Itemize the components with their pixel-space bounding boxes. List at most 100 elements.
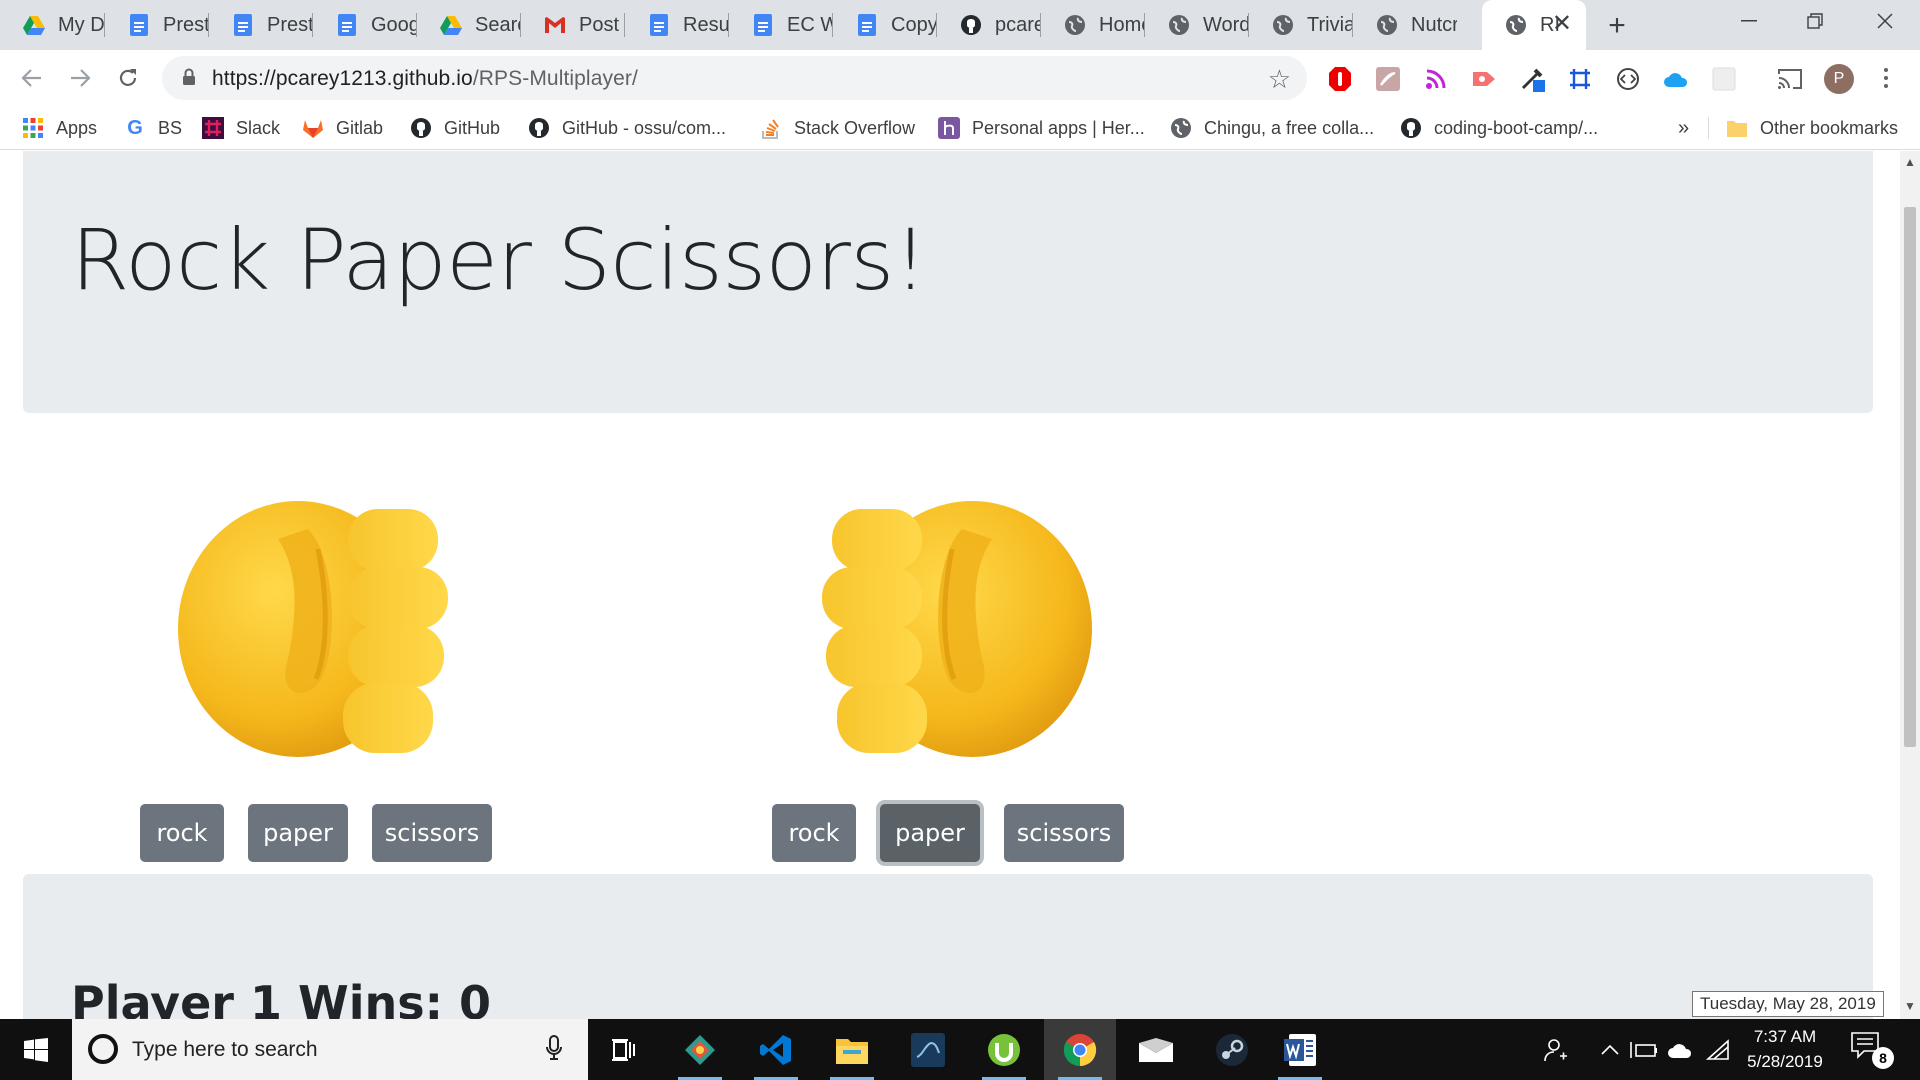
taskbar-search-box[interactable]: Type here to search xyxy=(72,1019,588,1080)
reload-icon xyxy=(119,69,137,86)
tab-resume[interactable]: Resun xyxy=(625,0,729,50)
restore-button[interactable] xyxy=(1782,0,1848,42)
microphone-icon[interactable] xyxy=(546,1035,562,1066)
player1-rock-button[interactable]: rock xyxy=(140,804,224,862)
system-clock[interactable]: 7:37 AM 5/28/2019 xyxy=(1730,1024,1840,1074)
scroll-up-arrow-icon[interactable]: ▲ xyxy=(1904,155,1916,169)
jumbotron: Rock Paper Scissors! xyxy=(23,151,1873,413)
tab-label: Resun xyxy=(683,13,729,36)
task-view-button[interactable] xyxy=(588,1019,660,1080)
bookmark-label: GitHub - ossu/com... xyxy=(562,117,727,138)
close-window-button[interactable] xyxy=(1852,0,1918,42)
screencast-icon[interactable] xyxy=(1471,66,1497,92)
code-icon[interactable] xyxy=(1615,66,1641,92)
player2-rock-fist-emoji xyxy=(822,501,1092,757)
player1-paper-button[interactable]: paper xyxy=(248,804,348,862)
bookmark-apps[interactable]: Apps xyxy=(22,114,97,142)
bookmark-label: Other bookmarks xyxy=(1760,117,1899,138)
minimize-button[interactable] xyxy=(1716,0,1782,42)
tab-post[interactable]: Post C xyxy=(521,0,625,50)
cast-icon[interactable] xyxy=(1777,66,1803,92)
tab-label: EC W xyxy=(787,13,833,36)
taskbar-chrome[interactable] xyxy=(1044,1019,1116,1080)
player1-scissors-button[interactable]: scissors xyxy=(372,804,492,862)
action-center-button[interactable]: 8 xyxy=(1850,1031,1894,1071)
tab-label: Nutcr xyxy=(1411,13,1457,36)
other-bookmarks-folder[interactable]: Other bookmarks xyxy=(1726,114,1898,142)
stack-overflow-icon xyxy=(760,117,782,139)
tab-pcarey[interactable]: pcare xyxy=(937,0,1041,50)
folder-icon xyxy=(1726,117,1748,139)
measure-grid-icon[interactable] xyxy=(1567,66,1593,92)
tab-my-drive[interactable]: My Dr xyxy=(0,0,105,50)
onedrive-cloud-icon[interactable] xyxy=(1664,1019,1698,1080)
taskbar-vscode[interactable] xyxy=(740,1019,812,1080)
tab-label: Presto xyxy=(267,13,313,36)
wifi-icon[interactable] xyxy=(1702,1019,1732,1080)
people-icon[interactable] xyxy=(1538,1019,1574,1080)
player2-scissors-button[interactable]: scissors xyxy=(1004,804,1124,862)
close-tab-icon[interactable]: ✕ xyxy=(1552,12,1572,36)
taskbar-utorrent[interactable] xyxy=(968,1019,1040,1080)
bookmark-label: BS xyxy=(158,117,183,138)
bookmark-bs[interactable]: G BS xyxy=(124,114,182,142)
vscode-icon xyxy=(760,1034,791,1065)
player2-paper-button[interactable]: paper xyxy=(880,804,980,862)
bookmark-github-ossu[interactable]: GitHub - ossu/com... xyxy=(528,114,726,142)
bookmark-stack-overflow[interactable]: Stack Overflow xyxy=(760,114,915,142)
tab-presto-1[interactable]: Presto xyxy=(105,0,209,50)
tab-presto-2[interactable]: Presto xyxy=(209,0,313,50)
bookmark-coding-boot-camp[interactable]: coding-boot-camp/... xyxy=(1400,114,1598,142)
google-icon: G xyxy=(127,116,143,139)
tab-home[interactable]: Home xyxy=(1041,0,1145,50)
vertical-scrollbar[interactable]: ▲ ▼ xyxy=(1900,151,1920,1019)
scrollbar-thumb[interactable] xyxy=(1904,207,1916,747)
profile-avatar[interactable]: P xyxy=(1824,64,1854,94)
taskbar-gitkraken[interactable] xyxy=(664,1019,736,1080)
bookmark-slack[interactable]: Slack xyxy=(202,114,280,142)
more-menu-icon[interactable] xyxy=(1876,62,1896,94)
show-hidden-icons-chevron-icon[interactable] xyxy=(1596,1019,1624,1080)
scroll-down-arrow-icon[interactable]: ▼ xyxy=(1904,999,1916,1013)
globe-icon xyxy=(1504,13,1528,37)
word-icon xyxy=(1284,1033,1316,1066)
color-picker-icon[interactable] xyxy=(1519,66,1545,92)
tab-word[interactable]: Word xyxy=(1145,0,1249,50)
address-bar[interactable]: https://pcarey1213.github.io/RPS-Multipl… xyxy=(162,56,1307,100)
bookmarks-overflow-button[interactable]: » xyxy=(1678,114,1689,142)
bookmark-gitlab[interactable]: Gitlab xyxy=(302,114,383,142)
tab-active-rps[interactable]: RI ✕ xyxy=(1482,0,1586,50)
bookmark-heroku[interactable]: Personal apps | Her... xyxy=(938,114,1145,142)
taskbar-word[interactable] xyxy=(1264,1019,1336,1080)
github-icon xyxy=(959,13,983,37)
bookmark-github[interactable]: GitHub xyxy=(410,114,500,142)
start-button[interactable] xyxy=(0,1019,72,1080)
pdf-icon[interactable] xyxy=(1375,66,1401,92)
rss-feed-icon[interactable] xyxy=(1423,66,1449,92)
reload-button[interactable] xyxy=(110,60,146,96)
extension-placeholder-icon[interactable] xyxy=(1711,66,1737,92)
tab-trivia[interactable]: Trivia xyxy=(1249,0,1353,50)
taskbar-file-explorer[interactable] xyxy=(816,1019,888,1080)
taskbar-mail[interactable] xyxy=(1120,1019,1192,1080)
tab-copy[interactable]: Copy xyxy=(833,0,937,50)
cloud-icon[interactable] xyxy=(1663,66,1689,92)
bookmarks-bar: Apps G BS Slack Gitlab GitHub GitHub - o… xyxy=(0,106,1920,150)
back-button[interactable] xyxy=(14,60,50,96)
tab-google[interactable]: Googl xyxy=(313,0,417,50)
adblock-icon[interactable] xyxy=(1327,66,1353,92)
taskbar-steam[interactable] xyxy=(1196,1019,1268,1080)
tab-label: Post C xyxy=(579,13,625,36)
bookmark-star-icon[interactable]: ☆ xyxy=(1268,64,1291,95)
tab-ec-w[interactable]: EC W xyxy=(729,0,833,50)
taskbar-mysql-workbench[interactable] xyxy=(892,1019,964,1080)
forward-button[interactable] xyxy=(62,60,98,96)
tab-search[interactable]: Search xyxy=(417,0,521,50)
google-drive-icon xyxy=(439,13,463,37)
new-tab-button[interactable]: + xyxy=(1600,9,1634,43)
bookmark-chingu[interactable]: Chingu, a free colla... xyxy=(1170,114,1374,142)
search-placeholder: Type here to search xyxy=(132,1038,318,1061)
player2-rock-button[interactable]: rock xyxy=(772,804,856,862)
battery-icon[interactable] xyxy=(1628,1019,1660,1080)
tab-nutcracker[interactable]: Nutcr xyxy=(1353,0,1457,50)
